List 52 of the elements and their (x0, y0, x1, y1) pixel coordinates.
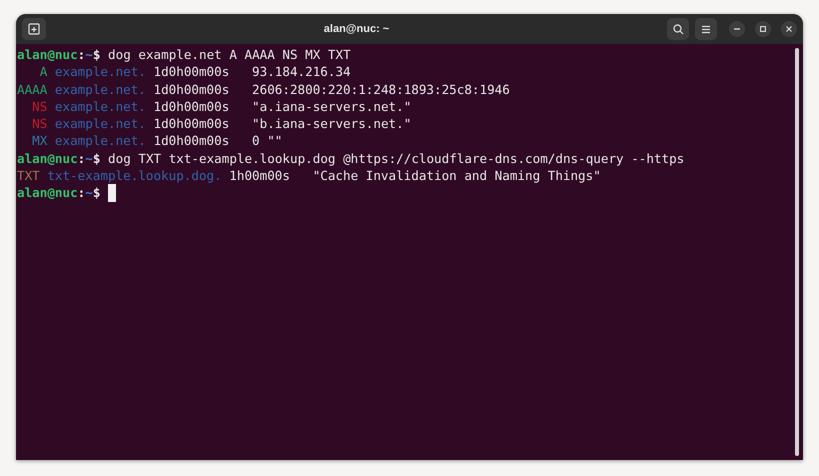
prompt-user: alan@nuc (17, 184, 78, 202)
window-title: alan@nuc: ~ (324, 22, 390, 37)
record-ttl: 1h00m00s (229, 167, 290, 184)
record-name: example.net. (54, 132, 146, 150)
new-tab-button[interactable] (22, 18, 46, 40)
prompt-separator: : (78, 46, 86, 64)
close-button[interactable] (781, 21, 797, 37)
record-name: example.net. (54, 98, 146, 116)
record-value: 0 "" (252, 132, 282, 150)
record-type: NS (32, 98, 48, 116)
record-value: "b.iana-servers.net." (252, 115, 412, 132)
close-icon (786, 26, 792, 32)
record-type: MX (32, 132, 48, 150)
record-ttl: 1d0h00m00s (153, 80, 230, 98)
record-ttl: 1d0h00m00s (153, 132, 230, 150)
maximize-button[interactable] (755, 21, 771, 37)
search-icon (672, 24, 684, 34)
prompt-separator: : (78, 150, 86, 168)
maximize-icon (760, 26, 766, 32)
record-ttl: 1d0h00m00s (153, 98, 230, 116)
record-value: "a.iana-servers.net." (252, 98, 412, 116)
command-text: dog example.net A AAAA NS MX TXT (108, 46, 351, 64)
record-name: example.net. (54, 115, 146, 132)
scrollbar[interactable] (795, 48, 799, 456)
record-name: example.net. (54, 63, 146, 81)
record-value: 93.184.216.34 (252, 63, 351, 81)
prompt-path: ~ (85, 46, 93, 64)
record-type: A (40, 63, 48, 81)
menu-icon (701, 24, 711, 34)
record-type: AAAA (16, 80, 48, 98)
record-value: "Cache Invalidation and Naming Things" (312, 167, 601, 184)
prompt-symbol: $ (92, 46, 100, 64)
record-type: NS (32, 115, 48, 132)
prompt-path: ~ (85, 184, 93, 202)
new-tab-icon (28, 23, 40, 35)
prompt-separator: : (78, 184, 86, 202)
prompt-symbol: $ (92, 150, 100, 168)
record-name: example.net. (54, 80, 146, 98)
prompt-path: ~ (85, 150, 93, 168)
record-name: txt-example.lookup.dog. (47, 167, 222, 184)
minimize-icon (734, 28, 740, 30)
record-ttl: 1d0h00m00s (153, 115, 230, 132)
search-button[interactable] (667, 18, 689, 40)
prompt-user: alan@nuc (17, 46, 78, 64)
prompt-user: alan@nuc (17, 150, 78, 168)
record-ttl: 1d0h00m00s (153, 63, 230, 81)
record-value: 2606:2800:220:1:248:1893:25c8:1946 (252, 80, 510, 98)
minimize-button[interactable] (729, 21, 745, 37)
menu-button[interactable] (695, 18, 717, 40)
command-text: dog TXT txt-example.lookup.dog @https://cloudflare-dns.com/dns-query --https (108, 150, 684, 168)
record-type: TXT (16, 167, 40, 184)
prompt-symbol: $ (92, 184, 100, 202)
